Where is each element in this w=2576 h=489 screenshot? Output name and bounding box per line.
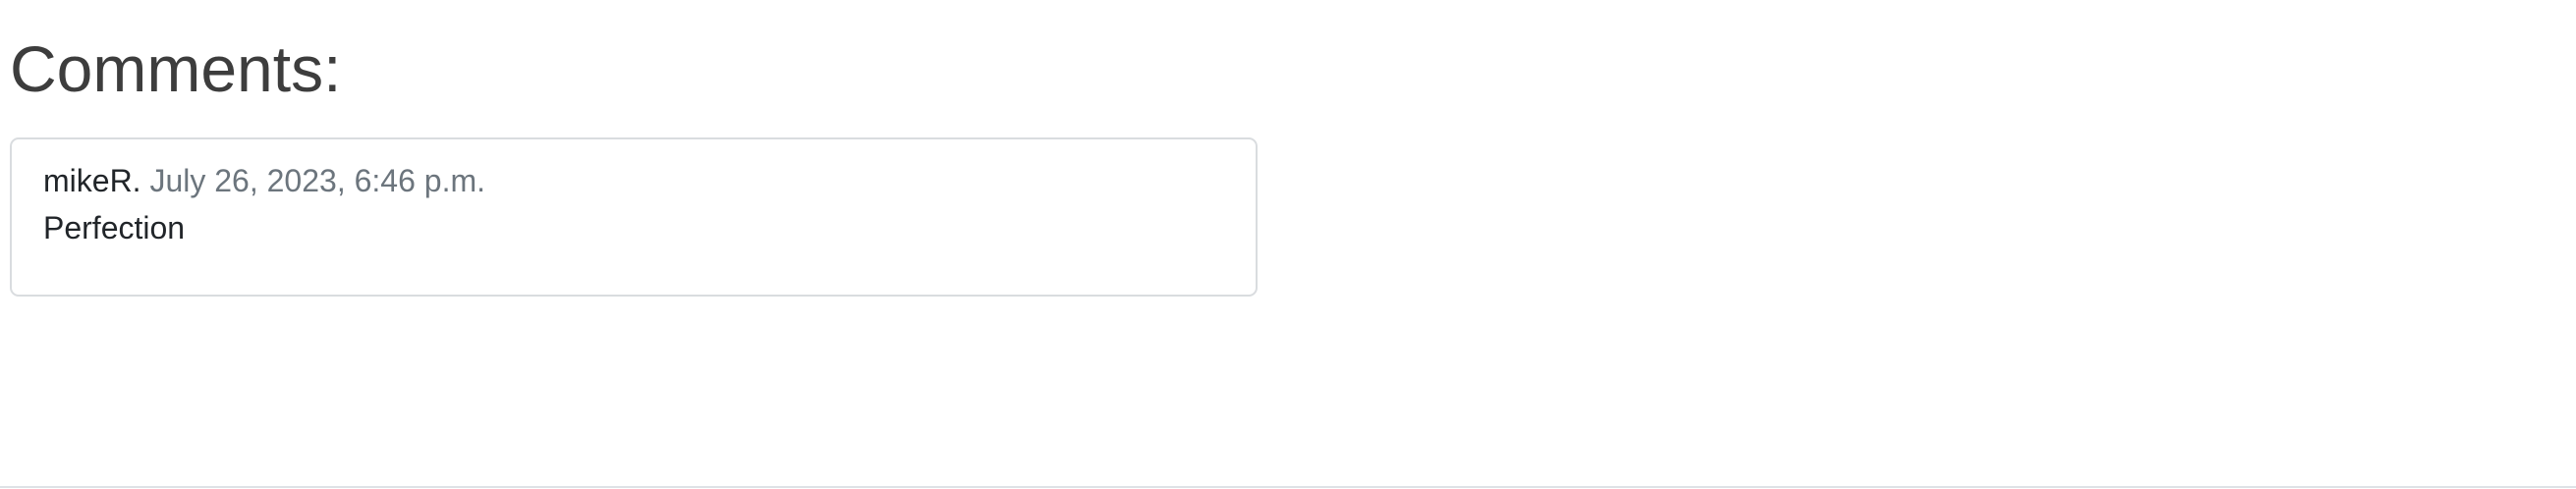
comment-card: mikeR. July 26, 2023, 6:46 p.m. Perfecti… bbox=[10, 137, 1258, 297]
footer-divider bbox=[0, 486, 2576, 488]
comment-body: Perfection bbox=[43, 210, 186, 245]
comment-date: July 26, 2023, 6:46 p.m. bbox=[149, 163, 485, 198]
comments-heading: Comments: bbox=[10, 32, 342, 105]
comment-meta: mikeR. July 26, 2023, 6:46 p.m. bbox=[43, 159, 485, 202]
comment-author: mikeR. bbox=[43, 163, 141, 198]
page: Comments: mikeR. July 26, 2023, 6:46 p.m… bbox=[0, 0, 2576, 489]
